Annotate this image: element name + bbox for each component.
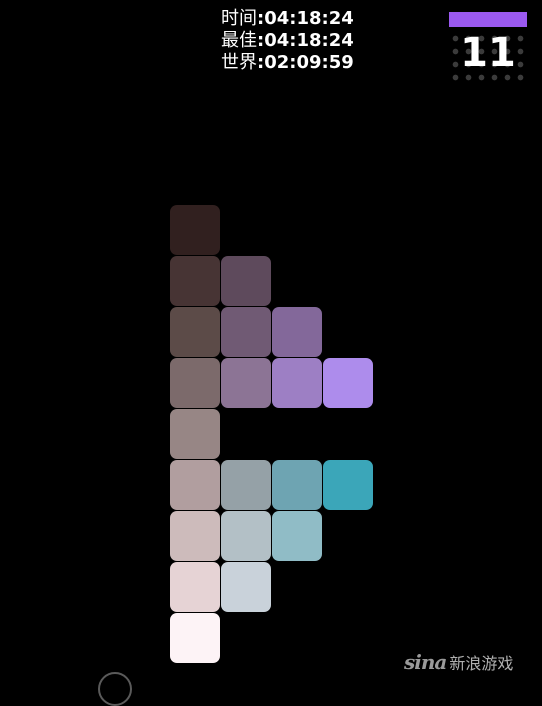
sina-games-logo: sina 新浪游戏 [404, 648, 513, 676]
color-tile[interactable] [221, 256, 271, 306]
menu-button-partial[interactable] [98, 672, 132, 706]
color-tile[interactable] [221, 562, 271, 612]
color-tile[interactable] [170, 613, 220, 663]
color-tile[interactable] [221, 307, 271, 357]
color-tile[interactable] [221, 358, 271, 408]
color-tile[interactable] [170, 562, 220, 612]
sina-logo-text: 新浪游戏 [449, 654, 514, 673]
tile-board [0, 0, 542, 681]
color-tile[interactable] [170, 460, 220, 510]
color-tile[interactable] [170, 358, 220, 408]
color-tile[interactable] [221, 511, 271, 561]
sina-logo-mark: sina [404, 650, 447, 674]
color-tile[interactable] [272, 511, 322, 561]
color-tile[interactable] [272, 358, 322, 408]
color-tile[interactable] [170, 511, 220, 561]
color-tile[interactable] [323, 358, 373, 408]
color-tile[interactable] [170, 205, 220, 255]
color-tile[interactable] [272, 307, 322, 357]
color-tile[interactable] [221, 460, 271, 510]
color-tile[interactable] [170, 256, 220, 306]
color-tile[interactable] [323, 460, 373, 510]
color-tile[interactable] [170, 409, 220, 459]
color-tile[interactable] [272, 460, 322, 510]
color-tile[interactable] [170, 307, 220, 357]
